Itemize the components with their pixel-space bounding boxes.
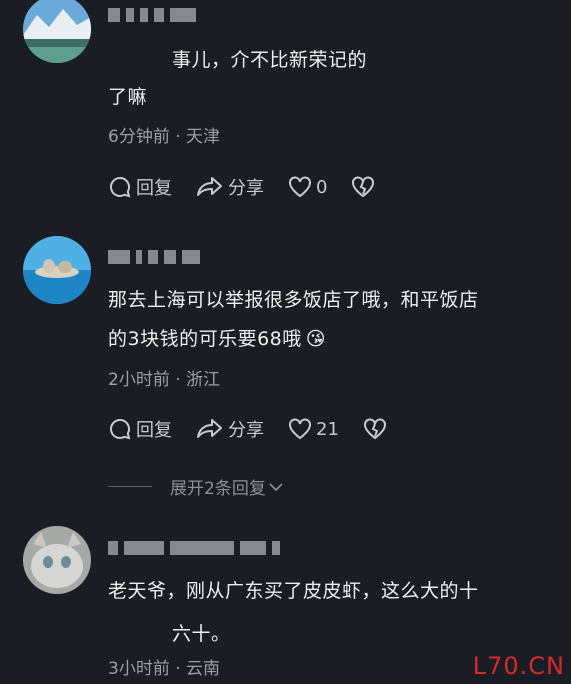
- reply-icon: [110, 176, 131, 198]
- username-masked[interactable]: [108, 537, 286, 557]
- share-icon: [197, 177, 222, 196]
- dislike-button[interactable]: [351, 176, 379, 198]
- heart-icon: [289, 418, 311, 440]
- comment-text-line2: 了嘛: [108, 86, 148, 108]
- like-button[interactable]: 21: [288, 418, 339, 440]
- broken-heart-icon: [352, 176, 375, 198]
- chevron-down-icon: [269, 482, 283, 491]
- action-bar: 回复 分享 0: [108, 172, 403, 202]
- reply-button[interactable]: 回复: [108, 416, 172, 442]
- kiss-emoji: 😘: [305, 328, 327, 350]
- comment-text: 那去上海可以举报很多饭店了哦，和平饭店: [108, 289, 479, 311]
- avatar[interactable]: [23, 526, 91, 594]
- comment-text-line2: 的3块钱的可乐要68哦 😘: [108, 328, 327, 350]
- action-bar: 回复 分享 21: [108, 414, 415, 444]
- like-count: 21: [316, 418, 339, 440]
- avatar[interactable]: [23, 236, 91, 304]
- like-button[interactable]: 0: [288, 176, 327, 198]
- username-masked[interactable]: [108, 246, 206, 266]
- share-icon: [197, 419, 222, 438]
- comment-text-line2: 六十。: [108, 612, 547, 653]
- comment-meta: 6分钟前 · 天津: [108, 127, 221, 147]
- watermark-logo: L70.CN: [472, 652, 565, 680]
- like-count: 0: [316, 176, 328, 198]
- heart-icon: [289, 176, 311, 198]
- broken-heart-icon: [363, 418, 386, 440]
- dislike-button[interactable]: [363, 418, 391, 440]
- comment-meta: 3小时前 · 云南: [108, 659, 221, 679]
- share-button[interactable]: 分享: [196, 174, 264, 200]
- comment-meta: 2小时前 · 浙江: [108, 370, 221, 390]
- comment-text: 老天爷，刚从广东买了皮皮虾，这么大的十: [108, 580, 479, 602]
- reply-icon: [110, 418, 131, 440]
- divider-line: [108, 486, 152, 487]
- expand-replies-button[interactable]: 展开2条回复: [108, 474, 284, 499]
- reply-button[interactable]: 回复: [108, 174, 172, 200]
- comment-text: 事儿，介不比新荣记的: [108, 38, 547, 79]
- share-button[interactable]: 分享: [196, 416, 264, 442]
- avatar[interactable]: [23, 0, 91, 63]
- username-masked[interactable]: [108, 4, 202, 24]
